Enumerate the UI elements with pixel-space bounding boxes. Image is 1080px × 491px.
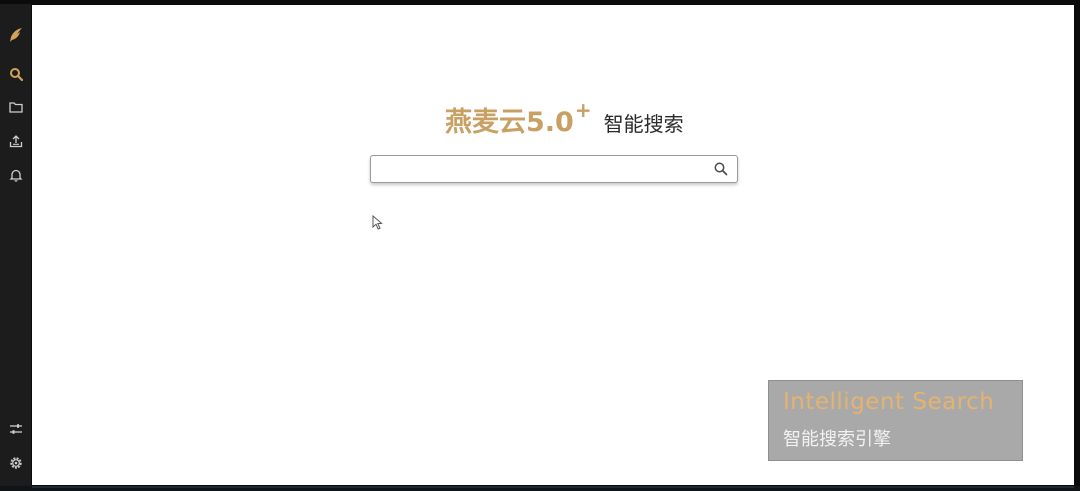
caption-chinese: 智能搜索引擎 xyxy=(783,429,891,450)
bottom-accent-line xyxy=(32,486,1074,488)
upload-icon[interactable] xyxy=(7,132,24,149)
search-icon xyxy=(714,162,728,176)
caption-banner: Intelligent Search 智能搜索引擎 xyxy=(768,380,1023,461)
sliders-icon[interactable] xyxy=(7,420,24,437)
app-window: 燕麦云5.0 + 智能搜索 Intelligent Search 智能搜索引擎 xyxy=(0,0,1080,491)
caption-english: Intelligent Search xyxy=(783,389,995,415)
main-content: 燕麦云5.0 + 智能搜索 Intelligent Search 智能搜索引擎 xyxy=(32,5,1074,485)
folder-icon[interactable] xyxy=(7,98,24,115)
bottom-edge xyxy=(0,486,1080,491)
bell-icon[interactable] xyxy=(7,166,24,183)
search-button[interactable] xyxy=(713,161,729,177)
search-icon[interactable] xyxy=(7,65,24,82)
brand-name: 燕麦云5.0 xyxy=(445,107,574,138)
page-subtitle: 智能搜索 xyxy=(603,112,684,136)
mouse-cursor-icon xyxy=(372,215,383,230)
gear-icon[interactable] xyxy=(7,454,24,471)
sidebar xyxy=(0,4,31,486)
product-heading: 燕麦云5.0 + 智能搜索 xyxy=(445,98,684,144)
search-bar xyxy=(370,155,738,183)
brand-plus-mark: + xyxy=(574,98,592,122)
search-input[interactable] xyxy=(377,158,701,182)
logo-feather-icon[interactable] xyxy=(7,26,24,43)
